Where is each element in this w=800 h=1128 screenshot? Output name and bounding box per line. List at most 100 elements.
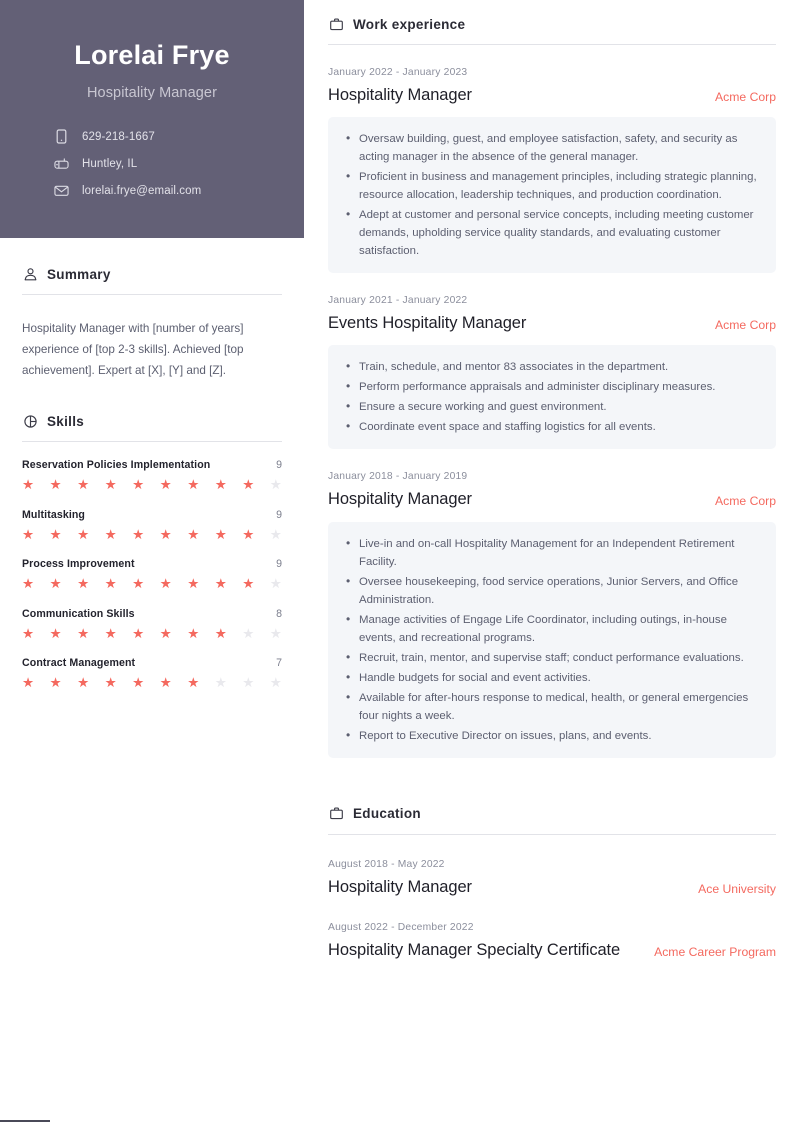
star-icon[interactable]: ★ [22, 577, 34, 591]
star-icon[interactable]: ★ [160, 676, 172, 690]
summary-text: Hospitality Manager with [number of year… [22, 322, 244, 377]
star-icon[interactable]: ★ [215, 478, 227, 492]
star-icon[interactable]: ★ [242, 627, 254, 641]
entry-bullets-card: Oversaw building, guest, and employee sa… [328, 117, 776, 274]
contact-phone[interactable]: 629-218-1667 [54, 129, 155, 144]
skill-rating[interactable]: ★ ★ ★ ★ ★ ★ ★ ★ ★ ★ [22, 528, 282, 542]
summary-body: Hospitality Manager with [number of year… [0, 295, 304, 381]
star-icon[interactable]: ★ [22, 528, 34, 542]
star-icon[interactable]: ★ [50, 627, 62, 641]
star-icon[interactable]: ★ [77, 478, 89, 492]
star-icon[interactable]: ★ [242, 676, 254, 690]
briefcase-icon [328, 806, 344, 822]
education-entries: August 2018 - May 2022 Hospitality Manage… [328, 835, 776, 961]
entry-organization: Acme Corp [715, 494, 776, 509]
star-icon[interactable]: ★ [132, 676, 144, 690]
star-icon[interactable]: ★ [215, 577, 227, 591]
star-icon[interactable]: ★ [270, 478, 282, 492]
skills-header: Skills [22, 411, 282, 429]
entry-bullet: Perform performance appraisals and admin… [344, 377, 758, 396]
star-icon[interactable]: ★ [187, 676, 199, 690]
entry-role: Hospitality Manager [328, 877, 472, 896]
star-icon[interactable]: ★ [187, 577, 199, 591]
star-icon[interactable]: ★ [132, 478, 144, 492]
star-icon[interactable]: ★ [105, 627, 117, 641]
star-icon[interactable]: ★ [105, 478, 117, 492]
star-icon[interactable]: ★ [22, 676, 34, 690]
entry-bullet: Proficient in business and management pr… [344, 167, 758, 204]
entry-title-row: Events Hospitality Manager Acme Corp [328, 313, 776, 334]
star-icon[interactable]: ★ [50, 676, 62, 690]
star-icon[interactable]: ★ [160, 627, 172, 641]
skill-header: Reservation Policies Implementation 9 [22, 459, 282, 471]
star-icon[interactable]: ★ [215, 627, 227, 641]
education-section: Education August 2018 - May 2022 Hospital… [328, 758, 776, 961]
star-icon[interactable]: ★ [160, 528, 172, 542]
education-entry: August 2022 - December 2022 Hospitality M… [328, 898, 776, 961]
entry-organization: Ace University [698, 881, 776, 896]
entry-bullets-card: Train, schedule, and mentor 83 associate… [328, 345, 776, 450]
skill-rating[interactable]: ★ ★ ★ ★ ★ ★ ★ ★ ★ ★ [22, 577, 282, 591]
entry-bullet: Train, schedule, and mentor 83 associate… [344, 357, 758, 376]
star-icon[interactable]: ★ [22, 627, 34, 641]
star-icon[interactable]: ★ [105, 577, 117, 591]
entry-bullet: Oversee housekeeping, food service opera… [344, 572, 758, 609]
star-icon[interactable]: ★ [160, 478, 172, 492]
star-icon[interactable]: ★ [77, 528, 89, 542]
star-icon[interactable]: ★ [22, 478, 34, 492]
star-icon[interactable]: ★ [132, 528, 144, 542]
contact-email[interactable]: lorelai.frye@email.com [54, 183, 201, 198]
star-icon[interactable]: ★ [50, 577, 62, 591]
work-section: Work experience January 2022 - January 2… [328, 14, 776, 758]
skill-rating[interactable]: ★ ★ ★ ★ ★ ★ ★ ★ ★ ★ [22, 627, 282, 641]
star-icon[interactable]: ★ [105, 676, 117, 690]
star-icon[interactable]: ★ [215, 676, 227, 690]
star-icon[interactable]: ★ [77, 676, 89, 690]
profile-job-title: Hospitality Manager [86, 85, 218, 102]
entry-title-row: Hospitality Manager Acme Corp [328, 489, 776, 510]
work-entry: January 2022 - January 2023 Hospitality M… [328, 45, 776, 274]
entry-dates: August 2018 - May 2022 [328, 858, 445, 870]
skill-rating[interactable]: ★ ★ ★ ★ ★ ★ ★ ★ ★ ★ [22, 478, 282, 492]
star-icon[interactable]: ★ [270, 627, 282, 641]
skill-item: Reservation Policies Implementation 9 ★ ★ ★ ★… [22, 459, 282, 492]
entry-bullet: Manage activities of Engage Life Coordin… [344, 610, 758, 647]
star-icon[interactable]: ★ [77, 577, 89, 591]
phone-icon [54, 129, 69, 144]
star-icon[interactable]: ★ [105, 528, 117, 542]
star-icon[interactable]: ★ [132, 577, 144, 591]
skill-item: Communication Skills 8 ★ ★ ★ ★ ★ ★ ★ ★ ★ ★ [22, 608, 282, 641]
star-icon[interactable]: ★ [50, 528, 62, 542]
star-icon[interactable]: ★ [50, 478, 62, 492]
entry-organization: Acme Corp [715, 318, 776, 333]
star-icon[interactable]: ★ [270, 577, 282, 591]
star-icon[interactable]: ★ [242, 577, 254, 591]
skill-item: Contract Management 7 ★ ★ ★ ★ ★ ★ ★ ★ ★ ★ [22, 657, 282, 690]
contact-location-value: Huntley, IL [82, 157, 138, 170]
skill-name: Reservation Policies Implementation [22, 459, 211, 472]
star-icon[interactable]: ★ [215, 528, 227, 542]
star-icon[interactable]: ★ [242, 478, 254, 492]
contact-location[interactable]: Huntley, IL [54, 156, 137, 171]
skill-name: Multitasking [22, 508, 85, 521]
star-icon[interactable]: ★ [187, 528, 199, 542]
star-icon[interactable]: ★ [270, 528, 282, 542]
education-heading: Education [353, 806, 421, 822]
star-icon[interactable]: ★ [160, 577, 172, 591]
star-icon[interactable]: ★ [242, 528, 254, 542]
star-icon[interactable]: ★ [187, 627, 199, 641]
briefcase-icon [328, 16, 344, 32]
star-icon[interactable]: ★ [187, 478, 199, 492]
star-icon[interactable]: ★ [132, 627, 144, 641]
right-column: Work experience January 2022 - January 2… [304, 0, 800, 1128]
star-icon[interactable]: ★ [77, 627, 89, 641]
work-header: Work experience [328, 14, 776, 32]
entry-bullets-card: Live-in and on-call Hospitality Manageme… [328, 521, 776, 758]
entry-bullet: Available for after-hours response to me… [344, 688, 758, 725]
star-icon[interactable]: ★ [270, 676, 282, 690]
entry-dates: January 2021 - January 2022 [328, 295, 468, 307]
work-heading: Work experience [353, 16, 466, 32]
left-column: Lorelai Frye Hospitality Manager 629-218… [0, 0, 304, 1128]
skill-score: 7 [276, 657, 282, 670]
skill-rating[interactable]: ★ ★ ★ ★ ★ ★ ★ ★ ★ ★ [22, 676, 282, 690]
